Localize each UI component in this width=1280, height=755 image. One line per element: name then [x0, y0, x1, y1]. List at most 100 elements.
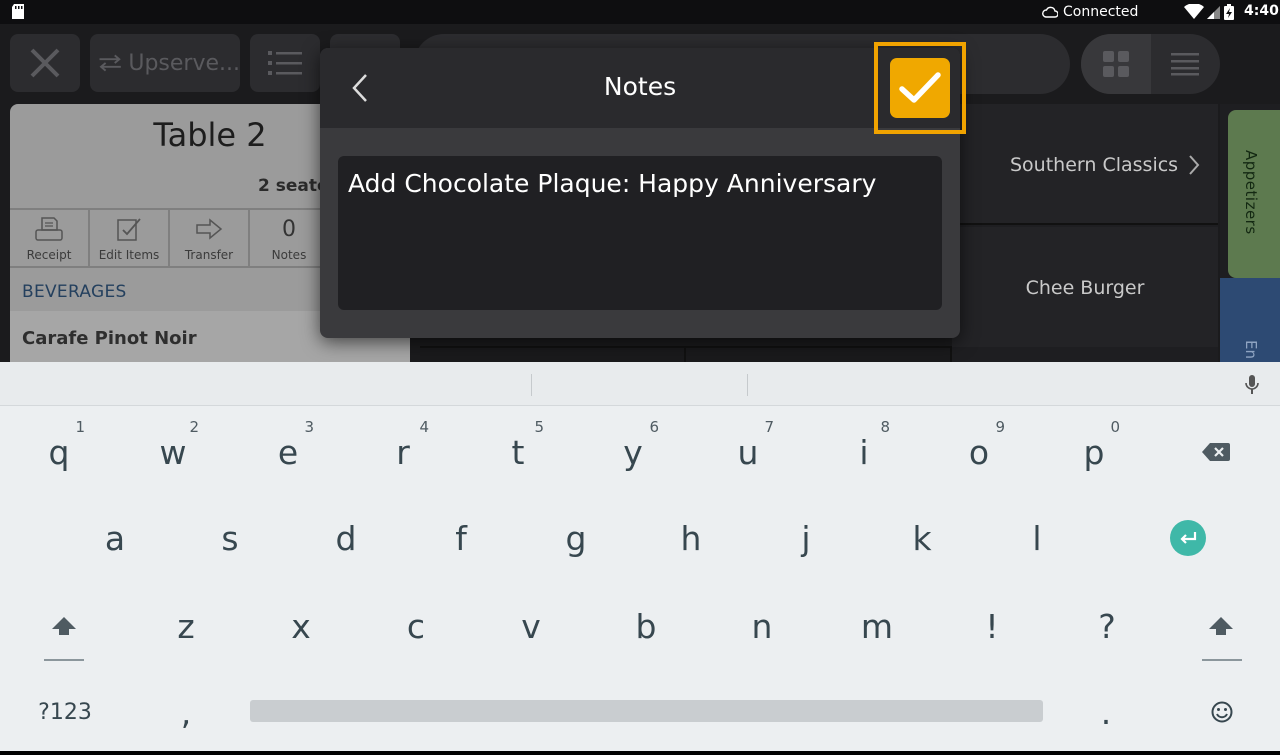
soft-keyboard: q1 w2 e3 r4 t5 y6 u7 i8 o9 p0 a s d f g …: [0, 362, 1280, 755]
key-l[interactable]: l: [997, 508, 1077, 568]
key-comma[interactable]: ,: [146, 682, 226, 742]
close-icon: [30, 48, 60, 78]
suggestion-strip: [0, 362, 1280, 406]
shift-icon: [1209, 617, 1233, 635]
key-k[interactable]: k: [882, 508, 962, 568]
key-e[interactable]: e3: [248, 418, 328, 482]
key-o[interactable]: o9: [939, 418, 1019, 482]
edit-items-label: Edit Items: [98, 248, 160, 262]
section-label: BEVERAGES: [22, 282, 127, 302]
back-button[interactable]: [342, 70, 378, 106]
category-label: Southern Classics: [1010, 154, 1179, 176]
grid-view-button[interactable]: [1081, 34, 1151, 94]
key-n[interactable]: n: [722, 596, 802, 656]
menu-item-label: Chee Burger: [1025, 277, 1145, 299]
view-toggle: [1081, 34, 1220, 94]
key-exclamation[interactable]: !: [952, 596, 1032, 656]
shift-key-right[interactable]: [1181, 596, 1261, 656]
key-g[interactable]: g: [536, 508, 616, 568]
chevron-left-icon: [352, 74, 367, 102]
key-h[interactable]: h: [651, 508, 731, 568]
key-x[interactable]: x: [261, 596, 341, 656]
symbols-key[interactable]: ?123: [25, 682, 105, 742]
tab-appetizers-label: Appetizers: [1242, 150, 1260, 235]
sd-card-icon: [12, 4, 24, 19]
key-z[interactable]: z: [146, 596, 226, 656]
chevron-right-icon: [1189, 155, 1200, 175]
key-a[interactable]: a: [75, 508, 155, 568]
tab-appetizers[interactable]: Appetizers: [1228, 110, 1280, 278]
category-southern-classics[interactable]: Southern Classics: [952, 104, 1218, 225]
key-w[interactable]: w2: [133, 418, 213, 482]
key-b[interactable]: b: [606, 596, 686, 656]
key-question[interactable]: ?: [1067, 596, 1147, 656]
enter-icon: [1180, 532, 1197, 544]
notes-title: Notes: [603, 72, 677, 101]
mic-icon[interactable]: [1242, 374, 1262, 396]
wifi-icon: [1184, 4, 1204, 19]
confirm-button[interactable]: [890, 58, 950, 118]
notes-header: Notes: [320, 48, 960, 128]
category-panel: Southern Classics Chee Burger: [952, 104, 1218, 362]
key-p[interactable]: p0: [1054, 418, 1134, 482]
shift-icon: [52, 617, 76, 635]
key-period[interactable]: .: [1066, 682, 1146, 742]
transfer-button[interactable]: Transfer: [170, 210, 250, 266]
signal-icon: [1207, 6, 1220, 19]
confirm-highlight: [874, 42, 966, 134]
tab-entrees-label: En: [1242, 340, 1260, 359]
key-c[interactable]: c: [376, 596, 456, 656]
close-button[interactable]: [10, 34, 80, 92]
key-u[interactable]: u7: [708, 418, 788, 482]
notes-label: Notes: [271, 248, 307, 262]
list-button[interactable]: [250, 34, 320, 92]
transfer-label: Transfer: [184, 248, 234, 262]
key-r[interactable]: r4: [363, 418, 443, 482]
key-m[interactable]: m: [837, 596, 917, 656]
key-v[interactable]: v: [491, 596, 571, 656]
side-tabs: Appetizers En: [1220, 104, 1280, 362]
status-bar: Connected 4:40: [0, 0, 1280, 24]
swap-arrows-icon: [99, 54, 121, 72]
emoji-icon: [1211, 701, 1233, 723]
receipt-button[interactable]: Receipt: [10, 210, 90, 266]
grid-icon: [1102, 51, 1129, 77]
checkmark-icon: [899, 72, 941, 103]
shift-key-left[interactable]: [24, 596, 104, 656]
key-q[interactable]: q1: [19, 418, 99, 482]
backspace-icon: [1202, 443, 1230, 461]
menu-lines-icon: [1171, 53, 1200, 76]
notes-dialog: Notes Add Chocolate Plaque: Happy Annive…: [320, 42, 966, 338]
key-d[interactable]: d: [306, 508, 386, 568]
app-root: Connected 4:40 Upserve... Table 2 2 seat…: [0, 0, 1280, 755]
notes-textarea[interactable]: Add Chocolate Plaque: Happy Anniversary: [338, 156, 942, 310]
key-j[interactable]: j: [766, 508, 846, 568]
system-icons: [1184, 4, 1234, 20]
key-t[interactable]: t5: [478, 418, 558, 482]
cloud-icon: [1042, 6, 1058, 18]
backspace-key[interactable]: [1176, 422, 1256, 482]
screen-bottom-edge: [0, 751, 1280, 755]
key-s[interactable]: s: [190, 508, 270, 568]
enter-key[interactable]: [1148, 508, 1228, 568]
key-y[interactable]: y6: [593, 418, 673, 482]
tab-entrees[interactable]: En: [1220, 278, 1280, 362]
menu-item-chee-burger[interactable]: Chee Burger: [952, 227, 1218, 347]
notes-button[interactable]: 0 Notes: [250, 210, 330, 266]
upserve-label: Upserve...: [128, 50, 240, 76]
transfer-icon: [196, 218, 223, 240]
list-icon: [268, 51, 302, 75]
list-view-button[interactable]: [1151, 34, 1221, 94]
connection-label: Connected: [1063, 4, 1139, 20]
key-i[interactable]: i8: [824, 418, 904, 482]
battery-charging-icon: [1224, 4, 1234, 20]
notes-count: 0: [282, 216, 296, 242]
order-item-name: Carafe Pinot Noir: [22, 328, 197, 349]
menu-grid-row: [420, 346, 952, 364]
key-f[interactable]: f: [421, 508, 501, 568]
edit-items-button[interactable]: Edit Items: [90, 210, 170, 266]
emoji-key[interactable]: [1182, 682, 1262, 742]
upserve-switch-button[interactable]: Upserve...: [90, 34, 240, 92]
receipt-label: Receipt: [26, 248, 72, 262]
space-key[interactable]: [250, 700, 1043, 722]
